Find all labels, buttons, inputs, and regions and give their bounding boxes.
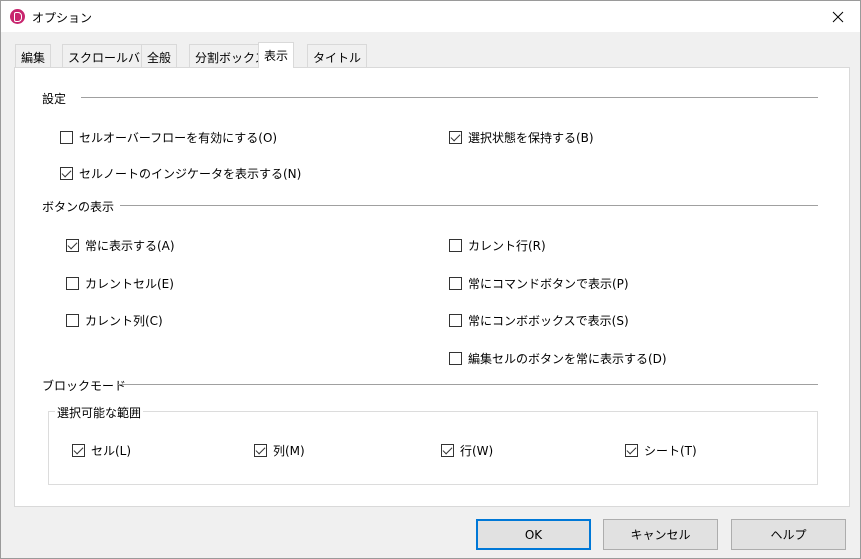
cell-overflow-checkbox[interactable]: セルオーバーフローを有効にする(O) [60,129,277,146]
button-display-divider [120,205,818,206]
selectable-range-label: 選択可能な範囲 [55,404,144,421]
settings-divider [81,97,818,98]
range-sheet-checkbox[interactable]: シート(T) [625,442,697,459]
checkbox-box[interactable] [449,314,462,327]
note-indicator-checkbox[interactable]: セルノートのインジケータを表示する(N) [60,165,301,182]
range-column-checkbox[interactable]: 列(M) [254,442,305,459]
checkbox-box[interactable] [60,167,73,180]
checkbox-box[interactable] [449,352,462,365]
current-cell-checkbox[interactable]: カレントセル(E) [66,275,174,292]
title-bar: オプション [1,1,860,32]
tab-edit[interactable]: 編集 [15,44,52,67]
help-button[interactable]: ヘルプ [731,519,846,550]
current-column-checkbox[interactable]: カレント列(C) [66,312,163,329]
button-display-heading: ボタンの表示 [42,200,115,214]
checkbox-box[interactable] [254,444,267,457]
always-show-checkbox[interactable]: 常に表示する(A) [66,237,175,254]
checkbox-box[interactable] [449,239,462,252]
range-cell-checkbox[interactable]: セル(L) [72,442,131,459]
checkbox-box[interactable] [66,239,79,252]
always-combo-box-checkbox[interactable]: 常にコンボボックスで表示(S) [449,312,629,329]
selectable-range-group [48,411,818,485]
tab-display[interactable]: 表示 [258,42,295,68]
checkbox-box[interactable] [625,444,638,457]
close-icon [832,11,844,22]
settings-heading: 設定 [42,92,67,106]
window-title: オプション [32,11,93,25]
ok-button[interactable]: OK [476,519,591,550]
checkbox-box[interactable] [449,131,462,144]
checkbox-box[interactable] [441,444,454,457]
checkbox-box[interactable] [449,277,462,290]
current-row-checkbox[interactable]: カレント行(R) [449,237,546,254]
close-button[interactable] [816,1,860,32]
checkbox-box[interactable] [66,277,79,290]
checkbox-box[interactable] [60,131,73,144]
app-icon [10,9,25,24]
options-dialog: オプション 編集 スクロールバー 全般 分割ボックス 表示 タイトル 設定 セル… [0,0,861,559]
tab-general[interactable]: 全般 [141,44,178,67]
keep-selection-checkbox[interactable]: 選択状態を保持する(B) [449,129,594,146]
block-mode-divider [117,384,818,385]
checkbox-box[interactable] [72,444,85,457]
block-mode-heading: ブロックモード [42,379,127,393]
cancel-button[interactable]: キャンセル [603,519,718,550]
tab-title[interactable]: タイトル [307,44,368,67]
checkbox-box[interactable] [66,314,79,327]
range-row-checkbox[interactable]: 行(W) [441,442,493,459]
always-command-button-checkbox[interactable]: 常にコマンドボタンで表示(P) [449,275,629,292]
always-edit-cell-button-checkbox[interactable]: 編集セルのボタンを常に表示する(D) [449,350,667,367]
